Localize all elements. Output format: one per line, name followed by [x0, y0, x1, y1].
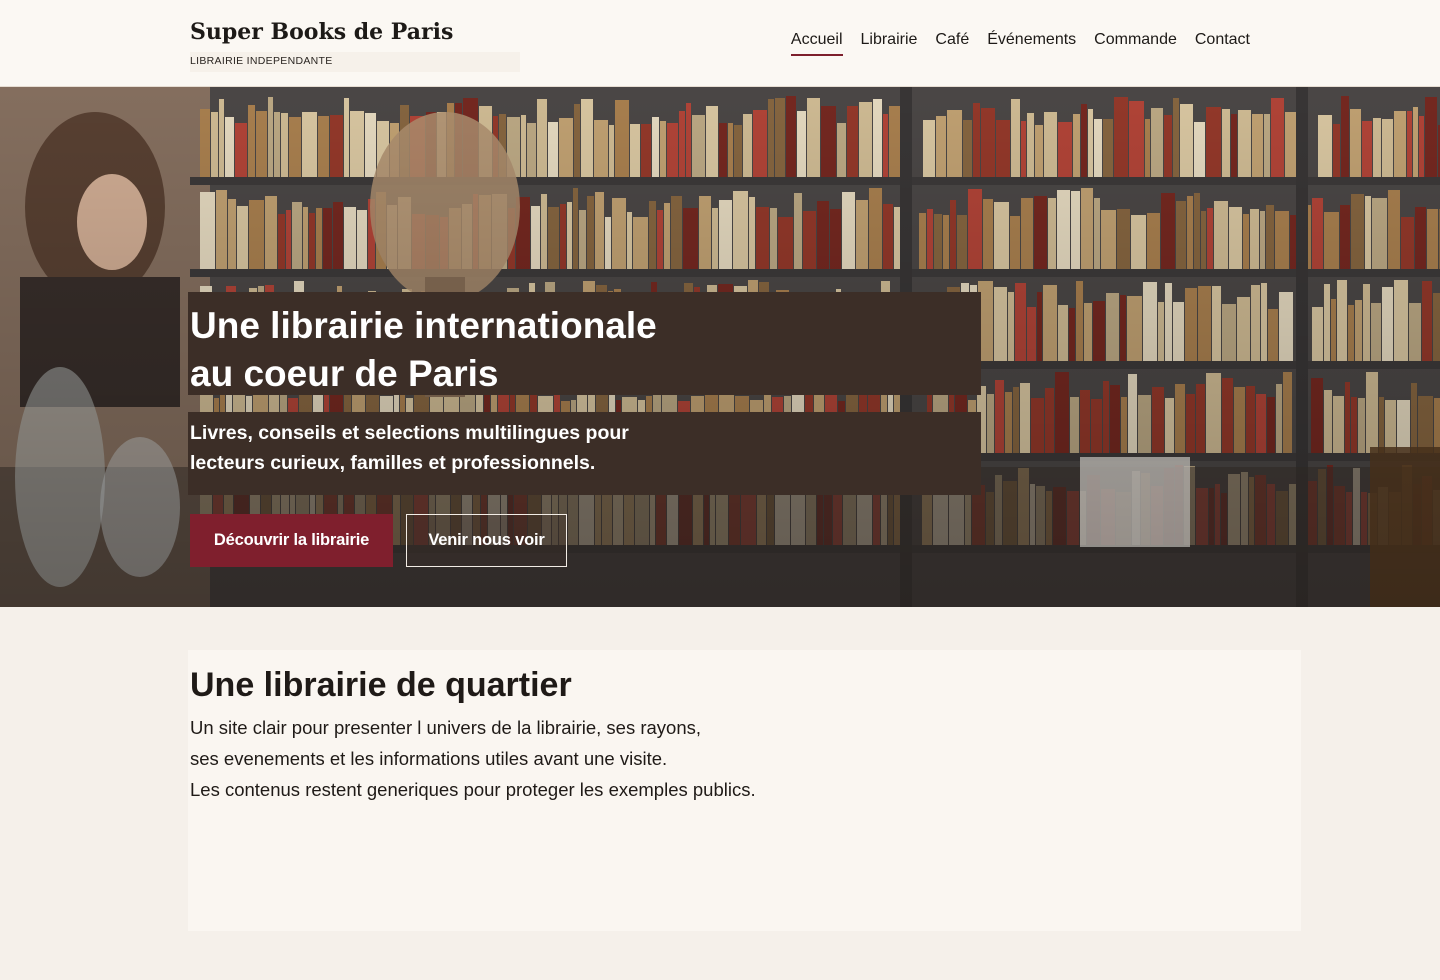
intro-section: Une librairie de quartier Un site clair …: [188, 650, 1301, 931]
intro-line: ses evenements et les informations utile…: [190, 748, 668, 769]
discover-bookshop-button[interactable]: Découvrir la librairie: [190, 514, 393, 567]
hero-subtitle-line: Livres, conseils et selections multiling…: [190, 422, 629, 444]
main-nav: Accueil Librairie Café Événements Comman…: [790, 30, 1250, 56]
hero-title-card: Une librairie internationale au coeur de…: [188, 292, 981, 395]
hero-title: Une librairie internationale au coeur de…: [190, 302, 657, 398]
brand[interactable]: Super Books de Paris LIBRAIRIE INDEPENDA…: [190, 18, 520, 72]
site-header: Super Books de Paris LIBRAIRIE INDEPENDA…: [0, 0, 1440, 87]
brand-tagline: LIBRAIRIE INDEPENDANTE: [190, 55, 333, 67]
hero-section: Une librairie internationale au coeur de…: [0, 87, 1440, 607]
hero-title-line: Une librairie internationale: [190, 305, 657, 346]
hero-subtitle-line: lecteurs curieux, familles et profession…: [190, 452, 596, 474]
visit-us-button[interactable]: Venir nous voir: [406, 514, 567, 567]
nav-link-commande[interactable]: Commande: [1094, 30, 1177, 56]
brand-tagline-band: LIBRAIRIE INDEPENDANTE: [190, 52, 520, 72]
nav-link-contact[interactable]: Contact: [1195, 30, 1250, 56]
nav-link-accueil[interactable]: Accueil: [790, 30, 843, 56]
hero-subtitle-card: Livres, conseils et selections multiling…: [188, 412, 981, 495]
brand-title[interactable]: Super Books de Paris: [190, 18, 453, 46]
hero-title-line: au coeur de Paris: [190, 353, 499, 394]
intro-line: Les contenus restent generiques pour pro…: [190, 779, 756, 800]
nav-link-evenements[interactable]: Événements: [987, 30, 1076, 56]
intro-text: Un site clair pour presenter l univers d…: [190, 712, 756, 805]
hero-subtitle: Livres, conseils et selections multiling…: [190, 418, 629, 478]
intro-title: Une librairie de quartier: [190, 666, 572, 704]
intro-line: Un site clair pour presenter l univers d…: [190, 717, 702, 738]
nav-link-cafe[interactable]: Café: [935, 30, 969, 56]
nav-link-librairie[interactable]: Librairie: [861, 30, 918, 56]
